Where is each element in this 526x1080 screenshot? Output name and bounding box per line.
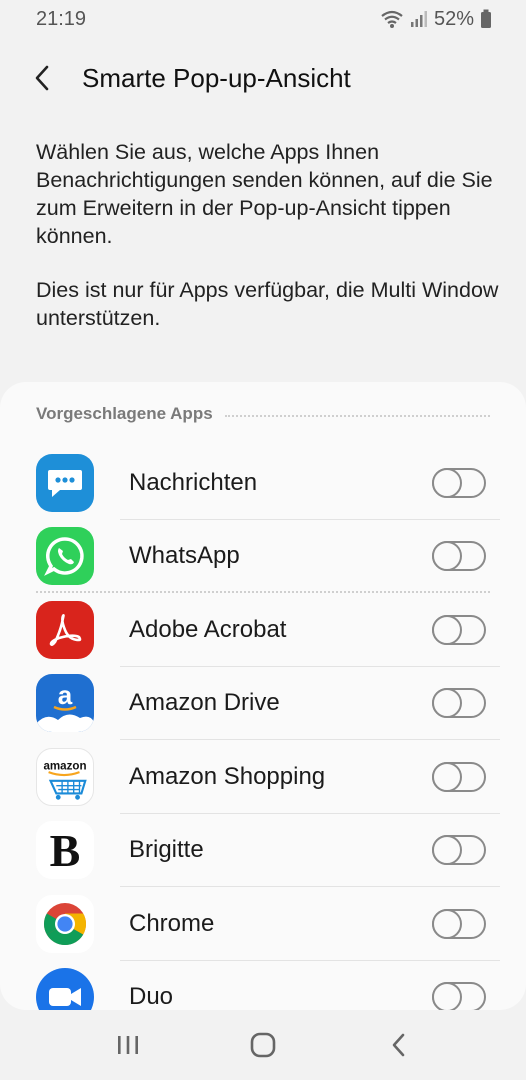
adobe-acrobat-icon xyxy=(36,600,94,659)
home-icon xyxy=(250,1032,276,1058)
whatsapp-icon xyxy=(36,527,94,586)
app-row-amazon-drive[interactable]: a Amazon Drive xyxy=(0,667,526,740)
description: Wählen Sie aus, welche Apps Ihnen Benach… xyxy=(36,138,506,332)
app-row-brigitte[interactable]: B Brigitte xyxy=(0,814,526,887)
app-name: Amazon Shopping xyxy=(129,762,326,790)
page-title: Smarte Pop-up-Ansicht xyxy=(82,62,351,93)
battery-icon xyxy=(481,9,491,28)
amazon-wordmark: amazon xyxy=(43,760,86,772)
header: Smarte Pop-up-Ansicht xyxy=(0,52,526,104)
recent-apps-button[interactable] xyxy=(98,1015,158,1075)
app-name: Brigitte xyxy=(129,836,204,864)
messages-icon xyxy=(36,453,94,512)
app-row-amazon-shopping[interactable]: amazon Amazon Shopping xyxy=(0,740,526,814)
brigitte-icon: B xyxy=(36,821,94,880)
duo-icon xyxy=(36,968,94,1010)
toggle-switch[interactable] xyxy=(432,761,486,792)
app-row-duo[interactable]: Duo xyxy=(0,961,526,1010)
description-paragraph-2: Dies ist nur für Apps verfügbar, die Mul… xyxy=(36,278,499,330)
navigation-bar xyxy=(0,1010,526,1080)
toggle-switch[interactable] xyxy=(432,688,486,719)
description-paragraph-1: Wählen Sie aus, welche Apps Ihnen Benach… xyxy=(36,140,493,248)
app-row-chrome[interactable]: Chrome xyxy=(0,887,526,961)
section-divider xyxy=(224,415,490,417)
app-row-nachrichten[interactable]: Nachrichten xyxy=(0,446,526,520)
toggle-switch[interactable] xyxy=(432,908,486,939)
app-name: WhatsApp xyxy=(129,542,240,570)
app-row-adobe-acrobat[interactable]: Adobe Acrobat xyxy=(0,593,526,667)
app-name: Amazon Drive xyxy=(129,689,280,717)
toggle-switch[interactable] xyxy=(432,467,486,498)
app-name: Duo xyxy=(129,983,174,1010)
signal-icon xyxy=(410,11,427,27)
status-bar: 21:19 52% xyxy=(0,0,526,38)
back-arrow-icon xyxy=(35,65,49,91)
recent-apps-icon xyxy=(117,1036,138,1054)
brigitte-letter: B xyxy=(49,824,81,876)
back-nav-button[interactable] xyxy=(368,1015,428,1075)
app-row-whatsapp[interactable]: WhatsApp xyxy=(0,520,526,593)
suggested-apps-card: Vorgeschlagene Apps Nachrichten WhatsApp xyxy=(0,382,526,1010)
toggle-switch[interactable] xyxy=(432,614,486,645)
wifi-icon xyxy=(381,10,403,28)
status-icons: 52% xyxy=(380,8,492,31)
app-name: Adobe Acrobat xyxy=(129,615,287,643)
toggle-switch[interactable] xyxy=(432,835,486,866)
section-header: Vorgeschlagene Apps xyxy=(0,382,526,446)
amazon-drive-icon: a xyxy=(36,674,94,733)
status-time: 21:19 xyxy=(36,7,87,30)
toggle-switch[interactable] xyxy=(432,541,486,572)
back-nav-icon xyxy=(393,1033,405,1057)
app-name: Chrome xyxy=(129,909,215,937)
chrome-icon xyxy=(36,894,94,953)
section-label: Vorgeschlagene Apps xyxy=(36,404,213,423)
app-name: Nachrichten xyxy=(129,468,258,496)
battery-percent: 52% xyxy=(433,7,474,30)
home-button[interactable] xyxy=(233,1015,293,1075)
amazon-shopping-icon: amazon xyxy=(36,747,94,806)
amazon-drive-letter: a xyxy=(58,680,73,710)
back-button[interactable] xyxy=(22,58,62,98)
toggle-switch[interactable] xyxy=(432,982,486,1010)
